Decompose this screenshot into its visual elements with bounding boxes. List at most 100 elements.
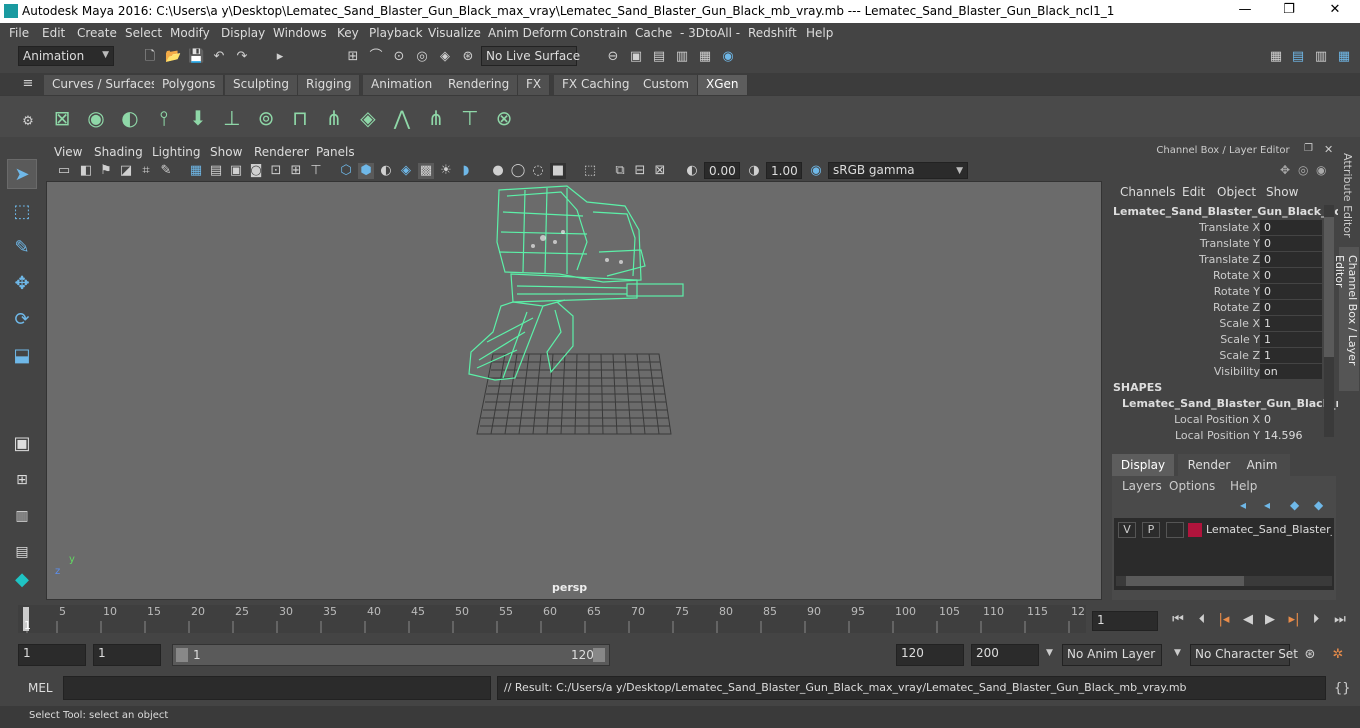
cb-menu-object[interactable]: Object [1217, 185, 1256, 199]
move-layer-up-icon[interactable]: ◂ [1240, 498, 1246, 512]
layer-menu-layers[interactable]: Layers [1122, 479, 1162, 493]
outliner-layout-icon[interactable]: ▤ [7, 537, 37, 567]
script-editor-icon[interactable]: {} [1334, 681, 1351, 697]
safe-title-icon[interactable]: ⊞ [288, 163, 304, 179]
attr-value-local-position-y[interactable]: 14.596 [1260, 428, 1322, 443]
move-layer-down-icon[interactable]: ◂ [1264, 498, 1270, 512]
attr-value-visibility[interactable]: on [1260, 364, 1322, 379]
xgen-grid-icon[interactable]: ◈ [354, 104, 382, 132]
step-forward-frame-icon[interactable]: ⏵ [1308, 612, 1324, 628]
menu-display[interactable]: Display [221, 26, 265, 40]
range-end-handle[interactable] [593, 648, 605, 662]
live-surface-field[interactable]: No Live Surface [481, 46, 580, 66]
render-view-icon[interactable]: ▣ [628, 49, 644, 65]
xgen-sculpt-guides-icon[interactable]: ⋔ [320, 104, 348, 132]
current-frame-field[interactable]: 1 [1092, 611, 1158, 631]
xray-joints-icon[interactable]: ⧉ [612, 163, 628, 179]
wireframe-icon[interactable]: ⬡ [338, 163, 354, 179]
viewport-menu-lighting[interactable]: Lighting [152, 145, 201, 159]
viewport-menu-shading[interactable]: Shading [94, 145, 143, 159]
attr-value-scale-z[interactable]: 1 [1260, 348, 1322, 363]
ipr-render-icon[interactable]: ▥ [674, 49, 690, 65]
isolate-select-icon[interactable]: ■ [550, 163, 566, 179]
layer-display-type-toggle[interactable] [1166, 522, 1184, 538]
menu-windows[interactable]: Windows [273, 26, 327, 40]
viewport-menu-panels[interactable]: Panels [316, 145, 355, 159]
layer-menu-help[interactable]: Help [1230, 479, 1257, 493]
scrollbar-thumb[interactable] [1126, 576, 1244, 586]
shape-node-name[interactable]: Lematec_Sand_Blaster_Gun_Black_n... [1122, 397, 1356, 410]
layer-color-swatch[interactable] [1188, 523, 1202, 537]
animation-start-field[interactable]: 1 [18, 644, 86, 666]
attr-value-translate-z[interactable]: 0 [1260, 252, 1322, 267]
snap-grid-icon[interactable]: ⊞ [345, 49, 361, 65]
film-gate-icon[interactable]: ✎ [158, 163, 174, 179]
sand-blaster-gun-wireframe[interactable] [468, 185, 684, 381]
textured-icon[interactable]: ◈ [398, 163, 414, 179]
anti-aliasing-icon[interactable]: ◯ [510, 163, 526, 179]
menu-constrain[interactable]: Constrain [570, 26, 628, 40]
history-icon[interactable]: ⊖ [605, 49, 621, 65]
motion-blur-icon[interactable]: ● [490, 163, 506, 179]
attr-value-local-position-x[interactable]: 0 [1260, 412, 1322, 427]
go-to-end-icon[interactable]: ⏭ [1332, 612, 1348, 628]
gate-mask-icon[interactable]: ▣ [228, 163, 244, 179]
channel-box-toggle-icon[interactable]: ▦ [1336, 49, 1352, 65]
menu-help[interactable]: Help [806, 26, 833, 40]
select-tool-icon[interactable]: ➤ [7, 159, 37, 189]
xray-icon[interactable]: ⬚ [582, 163, 598, 179]
tab-xgen[interactable]: XGen [698, 75, 748, 95]
xgen-lock-guides-icon[interactable]: ⊓ [286, 104, 314, 132]
viewport-persp[interactable]: y z persp [46, 181, 1102, 600]
go-to-start-icon[interactable]: ⏮ [1170, 612, 1186, 628]
xray-components-icon[interactable]: ⊟ [632, 163, 648, 179]
menu-create[interactable]: Create [77, 26, 117, 40]
modeling-toolkit-icon[interactable]: ▤ [1290, 49, 1306, 65]
snap-view-icon[interactable]: ◎ [414, 49, 430, 65]
tab-fx[interactable]: FX [518, 75, 551, 95]
minimize-button[interactable]: — [1230, 2, 1260, 20]
layer-list-hscrollbar[interactable] [1116, 576, 1332, 586]
layer-playback-toggle[interactable]: P [1142, 522, 1160, 538]
hyper-icon[interactable]: ◉ [1316, 163, 1326, 177]
resolution-gate-icon[interactable]: ▤ [208, 163, 224, 179]
layer-tab-render[interactable]: Render [1178, 454, 1240, 476]
snap-curve-icon[interactable]: ⌒ [368, 49, 384, 65]
camera-attributes-icon[interactable]: ◧ [78, 163, 94, 179]
tab-fx-caching[interactable]: FX Caching [554, 75, 639, 95]
xgen-move-guides-icon[interactable]: ⬇ [184, 104, 212, 132]
menu-cache[interactable]: Cache [635, 26, 672, 40]
image-plane-icon[interactable]: ◪ [118, 163, 134, 179]
xgen-rebuild-icon[interactable]: ⊤ [456, 104, 484, 132]
layer-row[interactable]: V P Lematec_Sand_Blaster_G [1116, 522, 1334, 540]
viewport-menu-view[interactable]: View [54, 145, 82, 159]
xgen-create-description-icon[interactable]: ◐ [116, 104, 144, 132]
cb-menu-edit[interactable]: Edit [1182, 185, 1205, 199]
text-overlay-icon[interactable]: ⊤ [308, 163, 324, 179]
bookmark-icon[interactable]: ⚑ [98, 163, 114, 179]
backface-icon[interactable]: ⊠ [652, 163, 668, 179]
close-panel-icon[interactable]: ✕ [1324, 143, 1333, 156]
safe-action-icon[interactable]: ⊡ [268, 163, 284, 179]
menu-playback[interactable]: Playback [369, 26, 423, 40]
attr-value-scale-x[interactable]: 1 [1260, 316, 1322, 331]
viewport-menu-show[interactable]: Show [210, 145, 242, 159]
save-scene-icon[interactable]: 💾 [188, 49, 204, 65]
menu-edit[interactable]: Edit [42, 26, 65, 40]
script-language-label[interactable]: MEL [28, 681, 53, 695]
tab-rigging[interactable]: Rigging [298, 75, 361, 95]
tab-channel-box-layer-editor[interactable]: Channel Box / Layer Editor [1333, 247, 1359, 391]
cb-menu-show[interactable]: Show [1266, 185, 1298, 199]
grid-toggle-icon[interactable]: ⌗ [138, 163, 154, 179]
shadows-icon[interactable]: ☀ [438, 163, 454, 179]
move-tool-icon[interactable]: ✥ [7, 269, 37, 299]
animation-end-field[interactable]: 200 [971, 644, 1039, 666]
attr-value-rotate-y[interactable]: 0 [1260, 284, 1322, 299]
step-back-key-icon[interactable]: |◂ [1216, 612, 1232, 628]
xgen-add-cv-icon[interactable]: ⊥ [218, 104, 246, 132]
menu-anim-deform[interactable]: Anim Deform [488, 26, 567, 40]
view-transform-dropdown[interactable]: sRGB gamma ▼ [828, 162, 968, 179]
auto-key-icon[interactable]: ⊛ [1302, 647, 1318, 663]
new-layer-icon[interactable]: ◆ [1290, 498, 1299, 512]
wireframe-on-shaded-icon[interactable]: ◐ [378, 163, 394, 179]
